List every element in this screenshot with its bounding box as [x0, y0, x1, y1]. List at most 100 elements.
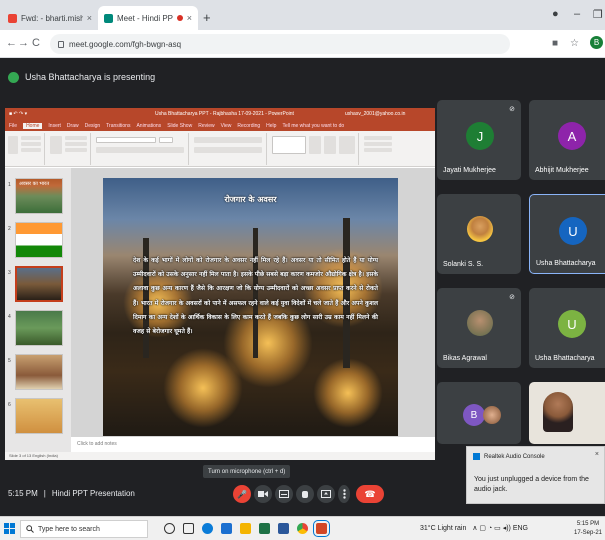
- find-icon[interactable]: [364, 136, 392, 140]
- search-placeholder: Type here to search: [38, 525, 100, 533]
- participant-avatar: U: [558, 310, 586, 338]
- account-name: ushasv_2001@yahoo.co.in: [345, 111, 406, 117]
- ribbon-tab[interactable]: Design: [85, 123, 101, 129]
- arrange-icon[interactable]: [309, 136, 321, 154]
- task-view-icon[interactable]: [183, 523, 194, 534]
- quick-styles-icon[interactable]: [324, 136, 336, 154]
- ribbon-tab[interactable]: Animations: [136, 123, 161, 129]
- font-format-icons[interactable]: [96, 147, 184, 153]
- close-notification-button[interactable]: ×: [595, 451, 599, 458]
- file-explorer-icon[interactable]: [240, 523, 251, 534]
- quick-access-icons: ■ ↶ ↷ ▾: [9, 111, 28, 117]
- tray-icons[interactable]: ∧ ▢ ◔ ▭ ◂)) ENG: [472, 525, 528, 532]
- restore-button[interactable]: ❐: [593, 8, 603, 21]
- ribbon-tab[interactable]: Review: [198, 123, 214, 129]
- excel-icon[interactable]: [259, 523, 270, 534]
- audio-notification[interactable]: Realtek Audio Console × You just unplugg…: [466, 446, 605, 504]
- select-icon[interactable]: [364, 148, 392, 152]
- cut-icon[interactable]: [21, 136, 41, 140]
- layout-icon[interactable]: [65, 136, 87, 140]
- ribbon-tab[interactable]: Slide Show: [167, 123, 192, 129]
- participant-tile[interactable]: B: [437, 382, 521, 444]
- participant-tile[interactable]: ⊘ Bikas Agrawal: [437, 288, 521, 368]
- ribbon-group-paragraph: [191, 133, 267, 165]
- section-icon[interactable]: [65, 148, 87, 152]
- ribbon-tab[interactable]: Insert: [48, 123, 61, 129]
- align-icons[interactable]: [194, 147, 262, 153]
- tell-me-search[interactable]: Tell me what you want to do: [282, 123, 344, 129]
- close-tab-icon[interactable]: ×: [187, 13, 192, 23]
- reload-button[interactable]: C: [32, 37, 40, 49]
- chrome-icon[interactable]: [297, 523, 308, 534]
- camera-button[interactable]: [254, 485, 272, 503]
- url-input[interactable]: meet.google.com/fgh-bwgn-asq: [50, 34, 510, 54]
- raise-hand-button[interactable]: [296, 485, 314, 503]
- tab-title: Fwd: - bharti.mishra@nift.ac.in: [21, 13, 83, 23]
- ribbon-tab[interactable]: View: [221, 123, 232, 129]
- store-icon[interactable]: [221, 523, 232, 534]
- slide-thumbnail[interactable]: [15, 310, 63, 346]
- slide-thumbnail[interactable]: [15, 222, 63, 258]
- slide-thumbnail[interactable]: [15, 354, 63, 390]
- taskbar-search[interactable]: Type here to search: [20, 520, 148, 538]
- slide-thumbnail[interactable]: [15, 398, 63, 434]
- paste-icon[interactable]: [8, 136, 18, 154]
- participant-tile-active[interactable]: U Usha Bhattacharya: [529, 194, 605, 274]
- participant-tile[interactable]: Solanki S. S.: [437, 194, 521, 274]
- slide-thumbnail-selected[interactable]: [15, 266, 63, 302]
- cast-icon[interactable]: ■: [552, 38, 558, 49]
- leave-call-button[interactable]: ☎: [356, 485, 384, 503]
- powerpoint-icon[interactable]: [313, 520, 330, 537]
- copy-icon[interactable]: [21, 142, 41, 146]
- browser-tabstrip: Fwd: - bharti.mishra@nift.ac.in × Meet -…: [0, 0, 605, 30]
- ribbon-tab[interactable]: File: [9, 123, 17, 129]
- profile-avatar[interactable]: B: [590, 36, 603, 49]
- minimize-button[interactable]: –: [574, 8, 580, 20]
- participant-name: Usha Bhattacharya: [536, 260, 596, 267]
- forward-button[interactable]: →: [18, 37, 29, 49]
- captions-button[interactable]: [275, 485, 293, 503]
- ribbon-group-slides: [47, 133, 91, 165]
- tab-meet[interactable]: Meet - Hindi PPT Presentati... ×: [98, 6, 198, 30]
- edge-icon[interactable]: [202, 523, 213, 534]
- more-options-button[interactable]: [338, 485, 350, 503]
- participant-tile[interactable]: ⊘ J Jayati Mukherjee: [437, 100, 521, 180]
- ribbon-group-clipboard: [5, 133, 45, 165]
- user-icon[interactable]: ●: [552, 8, 559, 20]
- shape-fill-icon[interactable]: [339, 136, 355, 154]
- self-view-tile[interactable]: [529, 382, 605, 444]
- format-painter-icon[interactable]: [21, 148, 41, 152]
- ribbon-tab[interactable]: Help: [266, 123, 276, 129]
- new-tab-button[interactable]: +: [203, 10, 211, 25]
- word-icon[interactable]: [278, 523, 289, 534]
- present-now-button[interactable]: [317, 485, 335, 503]
- replace-icon[interactable]: [364, 142, 392, 146]
- back-button[interactable]: ←: [6, 37, 17, 49]
- list-icons[interactable]: [194, 137, 262, 143]
- participant-tile[interactable]: U Usha Bhattacharya: [529, 288, 605, 368]
- microphone-off-button[interactable]: 🎤: [233, 485, 251, 503]
- bookmark-star-icon[interactable]: ☆: [570, 38, 579, 49]
- presenter-banner: Usha Bhattacharya is presenting: [0, 66, 605, 88]
- ribbon-tab[interactable]: Transitions: [106, 123, 130, 129]
- weather-text[interactable]: 31°C Light rain: [420, 525, 466, 532]
- windows-start-icon[interactable]: [4, 523, 15, 534]
- meeting-details[interactable]: 5:15 PM | Hindi PPT Presentation: [8, 489, 135, 498]
- shapes-gallery[interactable]: [272, 136, 306, 154]
- close-tab-icon[interactable]: ×: [87, 13, 92, 23]
- reset-icon[interactable]: [65, 142, 87, 146]
- tab-title: Meet - Hindi PPT Presentati...: [117, 13, 173, 23]
- ribbon-tab[interactable]: Recording: [237, 123, 260, 129]
- tab-gmail[interactable]: Fwd: - bharti.mishra@nift.ac.in ×: [2, 6, 98, 30]
- slide-thumbnail[interactable]: अवसर का भारत: [15, 178, 63, 214]
- current-slide[interactable]: रोजगार के अवसर देश के कई भागों में लोगों…: [103, 178, 398, 436]
- notes-pane[interactable]: Click to add notes: [71, 437, 435, 452]
- new-slide-icon[interactable]: [50, 136, 62, 154]
- ribbon-tab-home[interactable]: Home: [23, 122, 43, 129]
- font-name-select[interactable]: [96, 137, 156, 143]
- taskbar-clock[interactable]: 5:15 PM 17-Sep-21: [574, 520, 602, 538]
- font-size-select[interactable]: [159, 137, 173, 143]
- cortana-icon[interactable]: [164, 523, 175, 534]
- participant-tile[interactable]: A Abhijit Mukherjee: [529, 100, 605, 180]
- ribbon-tab[interactable]: Draw: [67, 123, 79, 129]
